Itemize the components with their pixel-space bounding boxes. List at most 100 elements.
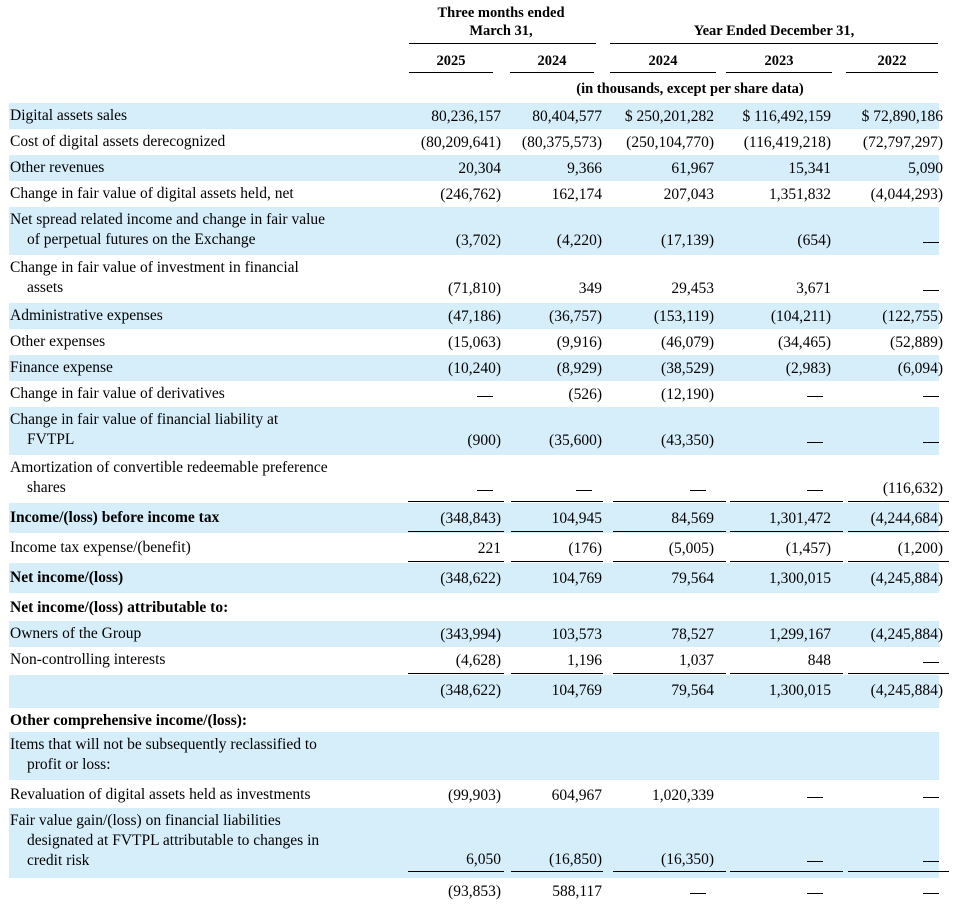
nil-dash (807, 490, 823, 491)
row-value: (3,702) (455, 232, 501, 249)
row-value: (8,929) (556, 360, 602, 377)
row-value: (348,622) (440, 570, 501, 587)
header-col-2025: 2025 (436, 53, 466, 69)
subtotal-rule (613, 673, 726, 674)
row-label: Non-controlling interests (10, 650, 165, 670)
row-label-line: Change in fair value of financial liabil… (10, 411, 279, 428)
row-value: 349 (578, 280, 602, 297)
row-label: Fair value gain/(loss) on financial liab… (10, 811, 319, 871)
table-row: Change in fair value of financial liabil… (9, 407, 939, 455)
row-value: (900) (467, 432, 501, 449)
table-row: Other revenues 20,304 9,366 61,967 15,341 5,0… (9, 155, 943, 181)
row-value: (176) (568, 540, 602, 557)
subtotal-rule (613, 531, 726, 532)
row-value: $ 72,890,186 (861, 108, 943, 125)
row-value: 80,236,157 (431, 108, 501, 125)
row-value: 61,967 (671, 160, 714, 177)
row-value: 3,671 (796, 280, 831, 297)
table-row: Net income/(loss) (348,622) 104,769 79,564 1… (9, 563, 943, 593)
subtotal-rule (408, 501, 504, 502)
header-three-months: Three months ended March 31, (437, 5, 565, 39)
row-value: 29,453 (671, 280, 714, 297)
row-value: (4,628) (455, 652, 501, 669)
col-rule-2024-y (610, 72, 716, 73)
row-label-line: Net income/(loss) (10, 569, 124, 586)
row-value: (12,190) (661, 386, 714, 403)
header-col-2024-q: 2024 (537, 53, 567, 69)
subtotal-rule (511, 531, 603, 532)
table-row: Net income/(loss) attributable to: (9, 595, 939, 621)
row-value: (99,903) (448, 787, 501, 804)
row-value: (348,622) (440, 682, 501, 699)
row-value: (4,245,884) (870, 626, 943, 643)
row-label-line: Net income/(loss) attributable to: (10, 599, 229, 616)
subtotal-rule (730, 673, 843, 674)
row-label: Items that will not be subsequently recl… (10, 735, 317, 775)
row-value: 104,945 (551, 510, 602, 527)
row-label-line: FVTPL (27, 431, 75, 448)
row-label-line: Net spread related income and change in … (10, 211, 326, 228)
row-label-line: assets (27, 279, 64, 296)
row-label: Net income/(loss) attributable to: (10, 598, 228, 618)
row-value: (246,762) (440, 186, 501, 203)
table-row: (93,853) 588,117 (9, 878, 939, 904)
row-value: 207,043 (663, 186, 714, 203)
row-value: 103,573 (551, 626, 602, 643)
table-row: Net spread related income and change in … (9, 207, 939, 255)
row-label-line: of perpetual futures on the Exchange (27, 231, 256, 248)
row-value: 162,174 (551, 186, 602, 203)
row-value: (4,220) (556, 232, 602, 249)
row-value: (4,044,293) (870, 186, 943, 203)
row-label: Net income/(loss) (10, 568, 123, 588)
subtotal-rule (730, 871, 843, 872)
nil-dash (807, 797, 823, 798)
header-col-2024-y: 2024 (648, 53, 678, 69)
subtotal-rule (613, 561, 726, 562)
row-value: 1,020,339 (652, 787, 714, 804)
table-row: Change in fair value of derivatives (526)… (9, 381, 939, 407)
row-value: 79,564 (671, 570, 714, 587)
row-value: (5,005) (668, 540, 714, 557)
row-label: Administrative expenses (10, 306, 163, 326)
subtotal-rule (511, 673, 603, 674)
row-label: Cost of digital assets derecognized (10, 132, 225, 152)
row-value: 80,404,577 (532, 108, 602, 125)
row-label-line: profit or loss: (27, 756, 111, 773)
nil-dash (807, 396, 823, 397)
row-value: $ 250,201,282 (624, 108, 714, 125)
row-value: 84,569 (671, 510, 714, 527)
table-row: Other comprehensive income/(loss): (9, 708, 939, 734)
row-value: (153,119) (653, 308, 714, 325)
table-row: Items that will not be subsequently recl… (9, 732, 939, 780)
row-value: (17,139) (661, 232, 714, 249)
table-row: Non-controlling interests (4,628) 1,196 1,0… (9, 647, 949, 674)
nil-dash (690, 490, 706, 491)
row-value: (343,994) (440, 626, 501, 643)
units-note: (in thousands, except per share data) (576, 81, 804, 97)
col-rule-2024-q (510, 72, 594, 73)
nil-dash (807, 861, 823, 862)
row-value: 9,366 (567, 160, 602, 177)
table-row: (348,622) 104,769 79,564 1,300,015 (4,245,88… (9, 675, 943, 708)
subtotal-rule (848, 561, 949, 562)
row-label-line: Digital assets sales (10, 107, 128, 124)
row-value: (122,755) (882, 308, 943, 325)
table-row: Income/(loss) before income tax (348,843)… (9, 503, 949, 533)
row-value: 79,564 (671, 682, 714, 699)
table-row: Change in fair value of investment in fi… (9, 255, 939, 303)
row-value: (4,244,684) (870, 510, 943, 527)
subtotal-rule (511, 501, 603, 502)
row-label-line: Revaluation of digital assets held as in… (10, 786, 311, 803)
row-label: Net spread related income and change in … (10, 210, 325, 250)
row-value: (2,983) (785, 360, 831, 377)
nil-dash (807, 893, 823, 894)
row-label-line: Amortization of convertible redeemable p… (10, 459, 328, 476)
row-label-line: Other comprehensive income/(loss): (10, 712, 248, 729)
row-value: (93,853) (448, 883, 501, 900)
row-value: (1,200) (897, 540, 943, 557)
nil-dash (923, 893, 939, 894)
table-row: Digital assets sales 80,236,157 80,404,577… (9, 103, 943, 129)
row-label-line: Administrative expenses (10, 307, 163, 324)
row-label: Change in fair value of investment in fi… (10, 258, 299, 298)
row-value: 1,299,167 (769, 626, 831, 643)
